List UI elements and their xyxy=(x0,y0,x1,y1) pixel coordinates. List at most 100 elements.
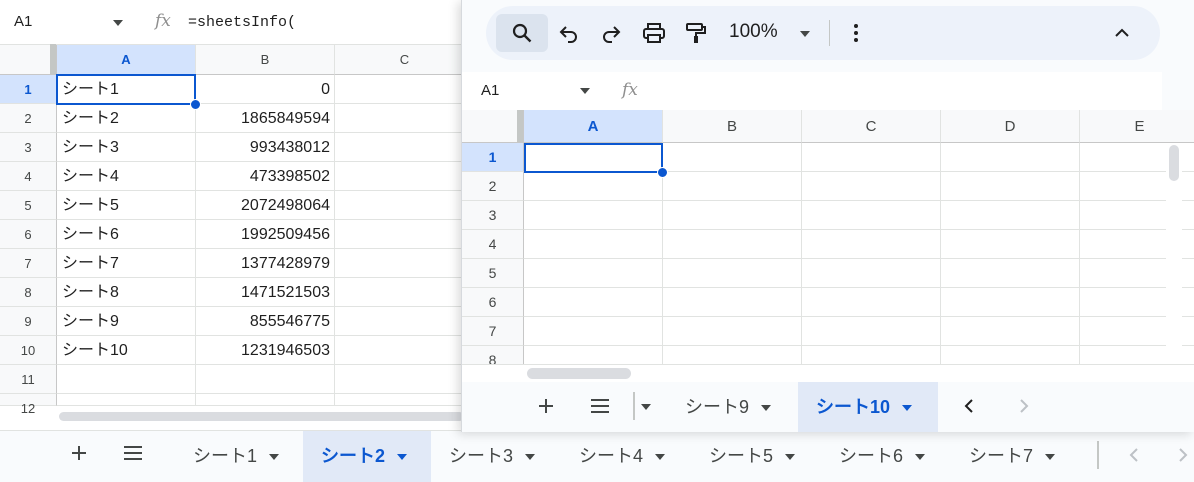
row-header[interactable]: 6 xyxy=(462,288,524,317)
collapse-toolbar-button[interactable] xyxy=(1107,18,1137,48)
cell[interactable] xyxy=(802,230,941,259)
sheet-tab[interactable]: シート10 xyxy=(798,382,938,432)
cell-a[interactable]: シート2 xyxy=(57,104,196,133)
sheet-tab[interactable]: シート3 xyxy=(431,431,561,482)
horizontal-scrollbar[interactable] xyxy=(527,368,631,379)
cell-b[interactable]: 0 xyxy=(196,75,335,104)
column-header-a[interactable]: A xyxy=(57,45,196,75)
name-box[interactable]: A1 xyxy=(14,13,32,30)
cell[interactable] xyxy=(524,201,663,230)
row-header[interactable]: 2 xyxy=(0,104,57,133)
sheet-tab[interactable]: シート5 xyxy=(691,431,821,482)
cell[interactable] xyxy=(802,143,941,172)
scroll-tabs-right-button[interactable] xyxy=(1172,445,1192,470)
row-header[interactable]: 4 xyxy=(462,230,524,259)
column-header-c[interactable]: C xyxy=(335,45,475,75)
sheet-tab-menu-icon[interactable] xyxy=(525,454,536,461)
cell[interactable] xyxy=(802,317,941,346)
row-header[interactable]: 11 xyxy=(0,365,57,394)
more-options-button[interactable] xyxy=(841,18,871,48)
cell-c[interactable] xyxy=(335,307,475,336)
cell-a[interactable]: シート10 xyxy=(57,336,196,365)
scroll-tabs-left-button[interactable] xyxy=(1125,445,1145,470)
cell[interactable] xyxy=(802,201,941,230)
cell-a[interactable]: シート6 xyxy=(57,220,196,249)
scroll-tabs-left-button[interactable] xyxy=(960,396,980,421)
cell-c[interactable] xyxy=(335,220,475,249)
cell[interactable] xyxy=(802,288,941,317)
sheet-tab-menu-icon[interactable] xyxy=(785,454,796,461)
cell[interactable] xyxy=(941,143,1080,172)
row-header[interactable]: 7 xyxy=(0,249,57,278)
tab-overflow-dropdown-icon[interactable] xyxy=(641,404,651,410)
cell-a[interactable]: シート5 xyxy=(57,191,196,220)
cell-c[interactable] xyxy=(335,336,475,365)
sheet-tab[interactable]: シート1 xyxy=(175,431,303,482)
row-header[interactable]: 8 xyxy=(0,278,57,307)
cell-c[interactable] xyxy=(335,133,475,162)
row-header[interactable]: 4 xyxy=(0,162,57,191)
sheet-tab-menu-icon[interactable] xyxy=(655,454,666,461)
cell[interactable] xyxy=(663,230,802,259)
column-header[interactable]: E xyxy=(1080,110,1194,143)
cell[interactable] xyxy=(941,201,1080,230)
cell[interactable] xyxy=(524,259,663,288)
cell-c[interactable] xyxy=(335,162,475,191)
formula-input[interactable]: =sheetsInfo( xyxy=(188,14,296,31)
row-header[interactable]: 3 xyxy=(462,201,524,230)
row-header[interactable]: 5 xyxy=(0,191,57,220)
cell[interactable] xyxy=(941,230,1080,259)
cell-b[interactable]: 1231946503 xyxy=(196,336,335,365)
redo-button[interactable] xyxy=(596,18,626,48)
cell-b[interactable]: 993438012 xyxy=(196,133,335,162)
select-all-corner[interactable] xyxy=(0,44,57,75)
all-sheets-button[interactable] xyxy=(122,442,144,469)
cell[interactable] xyxy=(663,143,802,172)
zoom-dropdown-icon[interactable] xyxy=(800,31,810,37)
cell-a[interactable]: シート3 xyxy=(57,133,196,162)
sheet-tab-menu-icon[interactable] xyxy=(902,405,913,412)
zoom-select[interactable]: 100% xyxy=(729,21,778,43)
cell-b[interactable] xyxy=(196,365,335,394)
cell[interactable] xyxy=(663,288,802,317)
cell-c[interactable] xyxy=(335,278,475,307)
cell-b[interactable]: 1865849594 xyxy=(196,104,335,133)
row-header[interactable]: 6 xyxy=(0,220,57,249)
column-header[interactable]: D xyxy=(941,110,1080,143)
row-header[interactable]: 10 xyxy=(0,336,57,365)
select-all-corner[interactable] xyxy=(462,110,524,143)
cell-b[interactable]: 473398502 xyxy=(196,162,335,191)
cell[interactable] xyxy=(524,288,663,317)
row-header[interactable]: 5 xyxy=(462,259,524,288)
name-box-dropdown-icon[interactable] xyxy=(113,20,123,26)
cell-c[interactable] xyxy=(335,365,475,394)
sheet-tab[interactable]: シート7 xyxy=(951,431,1081,482)
cell-b[interactable]: 1377428979 xyxy=(196,249,335,278)
print-button[interactable] xyxy=(639,18,669,48)
cell-b[interactable]: 855546775 xyxy=(196,307,335,336)
name-box-dropdown-icon[interactable] xyxy=(580,88,590,94)
cell[interactable] xyxy=(941,317,1080,346)
row-header[interactable]: 12 xyxy=(0,394,57,416)
column-header[interactable]: A xyxy=(524,110,663,143)
cell-a[interactable]: シート7 xyxy=(57,249,196,278)
row-header[interactable]: 1 xyxy=(462,143,524,172)
cell-b[interactable]: 1992509456 xyxy=(196,220,335,249)
cell-a[interactable] xyxy=(57,394,196,406)
sheet-tab-menu-icon[interactable] xyxy=(761,405,772,412)
cell[interactable] xyxy=(663,172,802,201)
cell-b[interactable]: 2072498064 xyxy=(196,191,335,220)
column-header[interactable]: C xyxy=(802,110,941,143)
all-sheets-button[interactable] xyxy=(589,395,611,422)
cell-c[interactable] xyxy=(335,249,475,278)
vertical-scrollbar[interactable] xyxy=(1169,145,1179,181)
cell[interactable] xyxy=(663,259,802,288)
cell[interactable] xyxy=(802,172,941,201)
column-header[interactable]: B xyxy=(663,110,802,143)
cell[interactable] xyxy=(524,317,663,346)
cell-a[interactable] xyxy=(57,365,196,394)
cell-c[interactable] xyxy=(335,75,475,104)
cell[interactable] xyxy=(524,172,663,201)
cell-a[interactable]: シート8 xyxy=(57,278,196,307)
sheet-tab[interactable]: シート6 xyxy=(821,431,951,482)
